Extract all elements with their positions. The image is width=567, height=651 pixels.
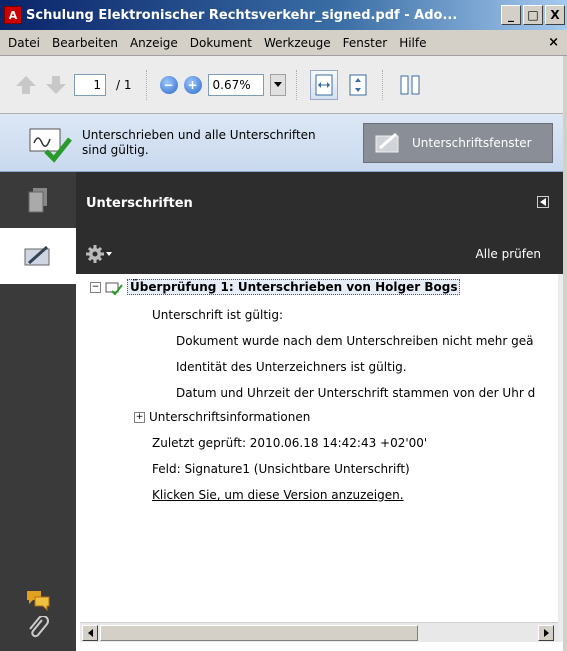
- page-number-input[interactable]: 1: [74, 73, 106, 96]
- signature-pen-icon: [375, 132, 399, 152]
- gear-icon: [86, 245, 104, 263]
- navigation-pane: [0, 172, 76, 651]
- two-page-view-button[interactable]: [396, 70, 424, 100]
- menu-hilfe[interactable]: Hilfe: [393, 36, 432, 50]
- signature-title: Überprüfung 1: Unterschrieben von Holger…: [127, 279, 461, 295]
- fit-width-icon: [315, 74, 332, 95]
- signature-tree-item[interactable]: − Überprüfung 1: Unterschrieben von Holge…: [90, 278, 461, 296]
- panel-title: Unterschriften: [86, 195, 193, 211]
- scrollbar-thumb[interactable]: [100, 625, 418, 641]
- nav-attachments-button[interactable]: [0, 600, 76, 651]
- signature-field-text: Feld: Signature1 (Unsichtbare Unterschri…: [152, 462, 410, 476]
- toolbar-divider: [145, 69, 150, 100]
- maximize-button[interactable]: □: [523, 5, 543, 25]
- menu-fenster[interactable]: Fenster: [337, 36, 394, 50]
- pages-icon: [28, 188, 47, 213]
- zoom-out-button[interactable]: −: [159, 75, 178, 94]
- next-page-button[interactable]: [44, 73, 68, 97]
- signature-valid-icon: [29, 128, 72, 163]
- arrow-up-icon: [16, 75, 36, 94]
- scroll-left-button[interactable]: [82, 625, 98, 641]
- zoom-input[interactable]: 0.67%: [207, 73, 264, 96]
- fit-page-button[interactable]: [344, 70, 372, 100]
- nav-signatures-button[interactable]: [0, 228, 76, 284]
- triangle-left-icon: [87, 629, 93, 637]
- zoom-in-button[interactable]: +: [183, 75, 202, 94]
- signature-info-label: Unterschriftsinformationen: [149, 410, 311, 424]
- signature-valid-icon: [105, 282, 123, 296]
- options-menu-button[interactable]: [86, 245, 112, 263]
- toolbar-divider: [295, 69, 300, 100]
- acrobat-app-icon: A: [4, 6, 22, 24]
- signature-status: Unterschrift ist gültig:: [152, 308, 284, 322]
- fit-page-icon: [349, 74, 366, 95]
- scroll-right-button[interactable]: [538, 625, 554, 641]
- last-checked-text: Zuletzt geprüft: 2010.06.18 14:42:43 +02…: [152, 436, 428, 450]
- chevron-down-icon: [273, 81, 282, 87]
- collapse-panel-button[interactable]: [537, 196, 549, 208]
- view-version-link[interactable]: Klicken Sie, um diese Version anzuzeigen…: [152, 486, 404, 504]
- triangle-left-icon: [540, 198, 546, 206]
- chevron-down-icon: [106, 252, 112, 256]
- title-bar: A Schulung Elektronischer Rechtsverkehr_…: [0, 0, 567, 30]
- signature-status-message: Unterschrieben und alle Unterschriften s…: [82, 127, 316, 157]
- expand-toggle[interactable]: +: [134, 412, 145, 423]
- nav-pages-button[interactable]: [0, 172, 76, 228]
- paperclip-icon: [29, 616, 49, 638]
- signature-message-bar: Unterschrieben und alle Unterschriften s…: [0, 114, 567, 172]
- document-close-button[interactable]: ×: [548, 35, 559, 50]
- signature-panel-button[interactable]: Unterschriftsfenster: [363, 122, 553, 163]
- window-controls: _ □ X: [501, 5, 565, 25]
- panel-options-bar: Alle prüfen: [76, 234, 563, 274]
- horizontal-scrollbar[interactable]: [80, 622, 558, 642]
- validate-all-button[interactable]: Alle prüfen: [476, 247, 541, 261]
- triangle-right-icon: [543, 629, 549, 637]
- two-page-icon: [400, 75, 419, 94]
- toolbar-divider: [381, 69, 386, 100]
- menu-werkzeuge[interactable]: Werkzeuge: [258, 36, 337, 50]
- menu-bar: Datei Bearbeiten Anzeige Dokument Werkze…: [0, 30, 567, 56]
- menu-dokument[interactable]: Dokument: [184, 36, 258, 50]
- window-border: [563, 56, 567, 651]
- signature-detail: Identität des Unterzeichners ist gültig.: [176, 360, 407, 374]
- signature-detail: Datum und Uhrzeit der Unterschrift stamm…: [176, 386, 536, 400]
- panel-header: Unterschriften: [76, 172, 563, 234]
- signature-tree: − Überprüfung 1: Unterschrieben von Holge…: [80, 274, 558, 622]
- collapse-toggle[interactable]: −: [90, 282, 101, 293]
- signature-panel-label: Unterschriftsfenster: [412, 135, 532, 150]
- previous-page-button[interactable]: [14, 73, 38, 97]
- signature-info-item[interactable]: + Unterschriftsinformationen: [134, 408, 310, 426]
- arrow-down-icon: [46, 75, 66, 94]
- menu-datei[interactable]: Datei: [2, 36, 46, 50]
- window-title: Schulung Elektronischer Rechtsverkehr_si…: [26, 7, 458, 23]
- fit-width-button[interactable]: [309, 69, 338, 100]
- page-total: / 1: [116, 77, 132, 92]
- zoom-dropdown-button[interactable]: [269, 73, 286, 96]
- minimize-button[interactable]: _: [501, 5, 521, 25]
- signature-pen-icon: [24, 245, 50, 266]
- signature-detail: Dokument wurde nach dem Unterschreiben n…: [176, 334, 534, 348]
- toolbar: 1 / 1 − + 0.67%: [0, 56, 567, 114]
- menu-anzeige[interactable]: Anzeige: [124, 36, 184, 50]
- menu-bearbeiten[interactable]: Bearbeiten: [46, 36, 124, 50]
- close-button[interactable]: X: [545, 5, 565, 25]
